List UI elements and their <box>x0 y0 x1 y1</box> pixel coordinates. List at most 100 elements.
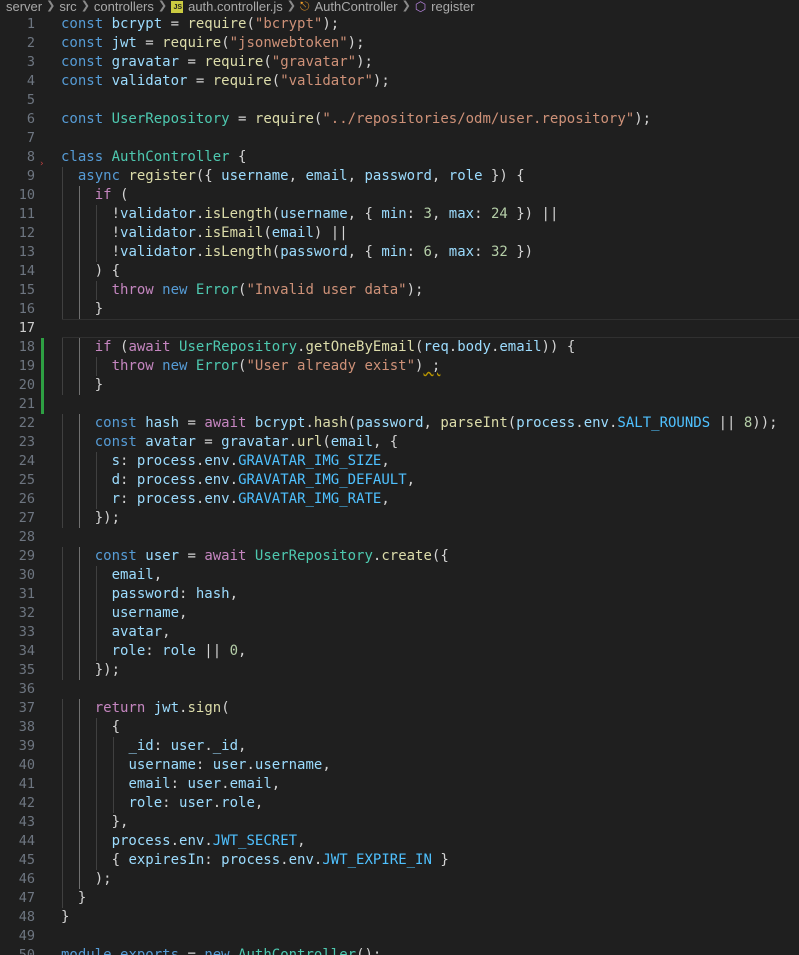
code-line[interactable]: 20 } <box>0 376 799 395</box>
code-line[interactable]: 49 <box>0 927 799 946</box>
code-line[interactable]: 46 ); <box>0 870 799 889</box>
code-line[interactable]: 42 role: user.role, <box>0 794 799 813</box>
code-line[interactable]: 32 username, <box>0 604 799 623</box>
line-number: 47 <box>18 890 35 906</box>
line-number: 12 <box>18 225 35 241</box>
code-line[interactable]: 13 !validator.isLength(password, { min: … <box>0 243 799 262</box>
code-text: throw new Error("Invalid user data"); <box>111 282 424 298</box>
code-line[interactable]: 43 }, <box>0 813 799 832</box>
code-line[interactable]: 4 const validator = require("validator"); <box>0 72 799 91</box>
line-number: 13 <box>18 244 35 260</box>
line-number: 1 <box>26 16 35 32</box>
code-text: username: user.username, <box>128 757 331 773</box>
code-line[interactable]: 16 } <box>0 300 799 319</box>
breadcrumb-item-server[interactable]: server <box>6 0 42 14</box>
line-number: 49 <box>18 928 35 944</box>
git-modified-indicator[interactable] <box>41 376 44 395</box>
code-text: username, <box>111 605 188 621</box>
chevron-right-icon: ❯ <box>80 0 90 12</box>
code-line[interactable]: 27 }); <box>0 509 799 528</box>
code-line[interactable]: 40 username: user.username, <box>0 756 799 775</box>
code-text: } <box>61 909 70 925</box>
line-number: 26 <box>18 491 35 507</box>
code-line[interactable]: 2 const jwt = require("jsonwebtoken"); <box>0 34 799 53</box>
code-text: !validator.isEmail(email) || <box>61 225 348 241</box>
code-text: return jwt.sign( <box>94 700 230 716</box>
line-number: 24 <box>18 453 35 469</box>
code-line[interactable]: 19 throw new Error("User already exist")… <box>0 357 799 376</box>
class-symbol-icon: ⎋ <box>299 0 310 13</box>
code-line[interactable]: 28 <box>0 528 799 547</box>
line-number: 33 <box>18 624 35 640</box>
code-line[interactable]: 29 const user = await UserRepository.cre… <box>0 547 799 566</box>
breadcrumb-item-class[interactable]: AuthController <box>314 0 397 14</box>
code-line[interactable]: 31 password: hash, <box>0 585 799 604</box>
code-line[interactable]: 5 <box>0 91 799 110</box>
git-modified-indicator[interactable] <box>41 357 44 376</box>
code-line[interactable]: 18 if (await UserRepository.getOneByEmai… <box>0 338 799 357</box>
code-line[interactable]: 17 <box>0 319 799 338</box>
code-line[interactable]: 26 r: process.env.GRAVATAR_IMG_RATE, <box>0 490 799 509</box>
code-line[interactable]: 47 } <box>0 889 799 908</box>
code-line[interactable]: 45 { expiresIn: process.env.JWT_EXPIRE_I… <box>0 851 799 870</box>
code-line[interactable]: 8 class AuthController { <box>0 148 799 167</box>
code-line[interactable]: 36 <box>0 680 799 699</box>
code-line[interactable]: 35 }); <box>0 661 799 680</box>
code-line[interactable]: 48} <box>0 908 799 927</box>
code-line[interactable]: 24 s: process.env.GRAVATAR_IMG_SIZE, <box>0 452 799 471</box>
code-line[interactable]: 7 <box>0 129 799 148</box>
chevron-right-icon: ❯ <box>46 0 56 12</box>
code-line[interactable]: 22 const hash = await bcrypt.hash(passwo… <box>0 414 799 433</box>
line-number: 25 <box>18 472 35 488</box>
line-number: 41 <box>18 776 35 792</box>
code-line[interactable]: 15 throw new Error("Invalid user data"); <box>0 281 799 300</box>
fold-chevron-icon[interactable]: › <box>39 155 44 174</box>
git-modified-indicator[interactable] <box>41 395 44 414</box>
line-number: 30 <box>18 567 35 583</box>
line-number: 16 <box>18 301 35 317</box>
code-line[interactable]: 30 email, <box>0 566 799 585</box>
code-line[interactable]: 37 return jwt.sign( <box>0 699 799 718</box>
code-text: const user = await UserRepository.create… <box>94 548 449 564</box>
code-line[interactable]: 1 const bcrypt = require("bcrypt"); <box>0 15 799 34</box>
line-number: 48 <box>18 909 35 925</box>
code-line[interactable]: 3 const gravatar = require("gravatar"); <box>0 53 799 72</box>
code-line[interactable]: 39 _id: user._id, <box>0 737 799 756</box>
code-line[interactable]: 33 avatar, <box>0 623 799 642</box>
js-file-icon: JS <box>171 0 184 13</box>
code-line[interactable]: 10 if ( <box>0 186 799 205</box>
git-modified-indicator[interactable] <box>41 338 44 357</box>
code-line[interactable]: 14 ) { <box>0 262 799 281</box>
code-text: module.exports = new AuthController(); <box>61 947 382 955</box>
breadcrumb-item-src[interactable]: src <box>59 0 76 14</box>
code-line[interactable]: 12 !validator.isEmail(email) || <box>0 224 799 243</box>
code-text: const gravatar = require("gravatar"); <box>61 54 373 70</box>
line-number: 8 <box>26 149 35 165</box>
code-line[interactable]: 6 const UserRepository = require("../repo… <box>0 110 799 129</box>
breadcrumb-item-controllers[interactable]: controllers <box>94 0 154 14</box>
code-text: !validator.isLength(password, { min: 6, … <box>61 244 534 260</box>
code-text: const jwt = require("jsonwebtoken"); <box>61 35 365 51</box>
code-line[interactable]: 41 email: user.email, <box>0 775 799 794</box>
line-number: 42 <box>18 795 35 811</box>
code-line[interactable]: 44 process.env.JWT_SECRET, <box>0 832 799 851</box>
code-line[interactable]: 38 { <box>0 718 799 737</box>
breadcrumb-item-method[interactable]: register <box>431 0 474 14</box>
code-line[interactable]: 9 › async register({ username, email, pas… <box>0 159 799 186</box>
code-line[interactable]: 21 <box>0 395 799 414</box>
code-line[interactable]: 11 !validator.isLength(username, { min: … <box>0 205 799 224</box>
code-text: { expiresIn: process.env.JWT_EXPIRE_IN } <box>61 852 449 868</box>
code-editor[interactable]: 1 const bcrypt = require("bcrypt"); 2 const… <box>0 15 799 955</box>
line-number: 11 <box>18 206 35 222</box>
code-line[interactable]: 50 module.exports = new AuthController(); <box>0 946 799 955</box>
line-number: 3 <box>26 54 35 70</box>
line-number: 15 <box>18 282 35 298</box>
code-text: process.env.JWT_SECRET, <box>111 833 306 849</box>
code-line[interactable]: 23 const avatar = gravatar.url(email, { <box>0 433 799 452</box>
line-number: 5 <box>26 92 35 108</box>
breadcrumb-item-file[interactable]: auth.controller.js <box>188 0 283 14</box>
code-text: role: user.role, <box>128 795 264 811</box>
code-text: } <box>61 377 104 393</box>
code-line[interactable]: 25 d: process.env.GRAVATAR_IMG_DEFAULT, <box>0 471 799 490</box>
code-line[interactable]: 34 role: role || 0, <box>0 642 799 661</box>
